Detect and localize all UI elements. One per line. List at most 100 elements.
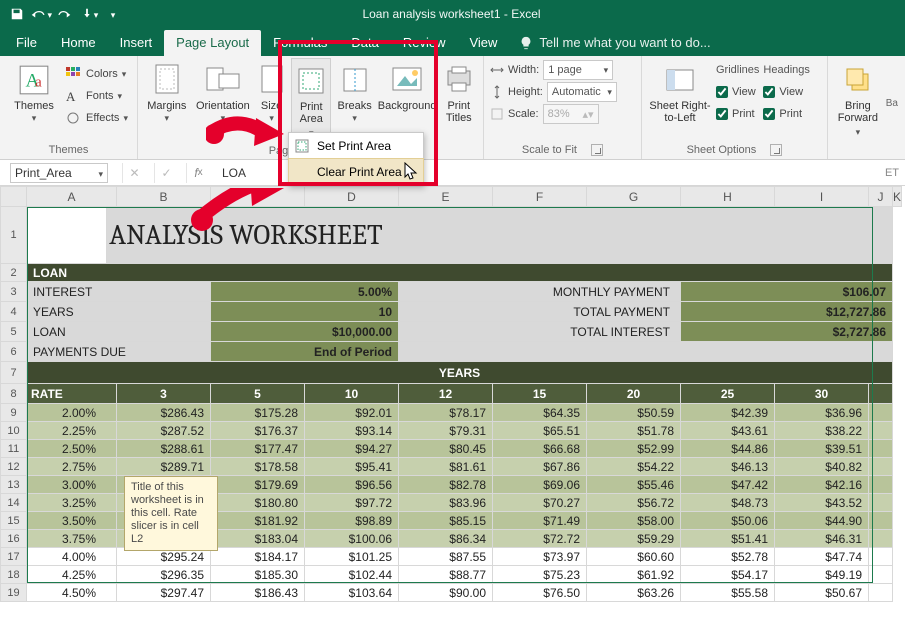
- cell-r16-c2[interactable]: $100.06: [305, 530, 399, 548]
- col-I[interactable]: I: [775, 187, 869, 207]
- cell-r19-c2[interactable]: $103.64: [305, 584, 399, 602]
- cell-rate-12[interactable]: 2.75%: [27, 458, 117, 476]
- undo-button[interactable]: [30, 3, 52, 25]
- headings-view-checkbox[interactable]: View: [763, 82, 809, 102]
- yearcol-2[interactable]: 10: [305, 384, 399, 404]
- cell-r10-c5[interactable]: $51.78: [587, 422, 681, 440]
- cell-r9-c7[interactable]: $36.96: [775, 404, 869, 422]
- scale-height-dropdown[interactable]: Automatic: [547, 82, 617, 102]
- cell-r19-c6[interactable]: $55.58: [681, 584, 775, 602]
- scale-launcher[interactable]: [591, 144, 603, 156]
- name-box-dropdown-icon[interactable]: [98, 166, 103, 180]
- cell-r16-c5[interactable]: $59.29: [587, 530, 681, 548]
- rowh-4[interactable]: 4: [1, 302, 27, 322]
- cell-r13-c3[interactable]: $82.78: [399, 476, 493, 494]
- cell-r19-c5[interactable]: $63.26: [587, 584, 681, 602]
- rowh-7[interactable]: 7: [1, 362, 27, 384]
- cell-r11-c0[interactable]: $288.61: [117, 440, 211, 458]
- cell-r15-c7[interactable]: $44.90: [775, 512, 869, 530]
- tab-file[interactable]: File: [4, 30, 49, 56]
- loan-header-cell[interactable]: LOAN: [27, 264, 893, 282]
- size-button[interactable]: Size: [256, 58, 287, 126]
- yearcol-4[interactable]: 15: [493, 384, 587, 404]
- cell-r18-c7[interactable]: $49.19: [775, 566, 869, 584]
- cell-r18-c4[interactable]: $75.23: [493, 566, 587, 584]
- theme-colors-button[interactable]: Colors: [66, 64, 128, 84]
- cell-r16-c1[interactable]: $183.04: [211, 530, 305, 548]
- tab-formulas[interactable]: Formulas: [261, 30, 339, 56]
- cell-r14-c7[interactable]: $43.52: [775, 494, 869, 512]
- cell-rate-10[interactable]: 2.25%: [27, 422, 117, 440]
- cell-rate-15[interactable]: 3.50%: [27, 512, 117, 530]
- lbl-payments-due[interactable]: PAYMENTS DUE: [27, 342, 211, 362]
- cell-r10-c0[interactable]: $287.52: [117, 422, 211, 440]
- yearcol-3[interactable]: 12: [399, 384, 493, 404]
- lbl-loan-amount[interactable]: LOAN: [27, 322, 211, 342]
- cell-r10-c3[interactable]: $79.31: [399, 422, 493, 440]
- cell-r12-c5[interactable]: $54.22: [587, 458, 681, 476]
- rowh-16[interactable]: 16: [1, 530, 27, 548]
- cell-r18-c5[interactable]: $61.92: [587, 566, 681, 584]
- select-all-triangle[interactable]: [1, 187, 27, 207]
- cell-r19-c3[interactable]: $90.00: [399, 584, 493, 602]
- cell-r18-c3[interactable]: $88.77: [399, 566, 493, 584]
- rowh-10[interactable]: 10: [1, 422, 27, 440]
- tab-data[interactable]: Data: [339, 30, 390, 56]
- cell-r12-c3[interactable]: $81.61: [399, 458, 493, 476]
- val-total-payment[interactable]: $12,727.86: [681, 302, 893, 322]
- cell-r15-c3[interactable]: $85.15: [399, 512, 493, 530]
- print-area-button[interactable]: Print Area: [291, 58, 331, 142]
- rate-header[interactable]: RATE: [27, 384, 117, 404]
- cell-r9-c3[interactable]: $78.17: [399, 404, 493, 422]
- lbl-interest[interactable]: INTEREST: [27, 282, 211, 302]
- rowh-18[interactable]: 18: [1, 566, 27, 584]
- cell-r14-c5[interactable]: $56.72: [587, 494, 681, 512]
- redo-button[interactable]: [54, 3, 76, 25]
- cell-r16-c4[interactable]: $72.72: [493, 530, 587, 548]
- cell-r12-c2[interactable]: $95.41: [305, 458, 399, 476]
- col-B[interactable]: B: [117, 187, 211, 207]
- cell-r13-c6[interactable]: $47.42: [681, 476, 775, 494]
- cell-r9-c0[interactable]: $286.43: [117, 404, 211, 422]
- rowh-6[interactable]: 6: [1, 342, 27, 362]
- gridlines-print-checkbox[interactable]: Print: [716, 104, 759, 124]
- cell-r11-c4[interactable]: $66.68: [493, 440, 587, 458]
- cell-r9-c4[interactable]: $64.35: [493, 404, 587, 422]
- theme-fonts-button[interactable]: A Fonts: [66, 86, 128, 106]
- cell-r14-c2[interactable]: $97.72: [305, 494, 399, 512]
- cell-rate-17[interactable]: 4.00%: [27, 548, 117, 566]
- val-years[interactable]: 10: [211, 302, 399, 322]
- cell-r9-c6[interactable]: $42.39: [681, 404, 775, 422]
- cell-r12-c0[interactable]: $289.71: [117, 458, 211, 476]
- col-J[interactable]: J: [869, 187, 893, 207]
- touch-mode-button[interactable]: [78, 3, 100, 25]
- tell-me-search[interactable]: Tell me what you want to do...: [509, 35, 720, 56]
- yearcol-1[interactable]: 5: [211, 384, 305, 404]
- tab-home[interactable]: Home: [49, 30, 108, 56]
- cell-r17-c3[interactable]: $87.55: [399, 548, 493, 566]
- cell-r19-c1[interactable]: $186.43: [211, 584, 305, 602]
- cancel-formula-button[interactable]: ✕: [122, 163, 146, 183]
- val-payments-due[interactable]: End of Period: [211, 342, 399, 362]
- breaks-button[interactable]: Breaks: [335, 58, 373, 126]
- cell-r15-c4[interactable]: $71.49: [493, 512, 587, 530]
- val-total-interest[interactable]: $2,727.86: [681, 322, 893, 342]
- cell-r18-c2[interactable]: $102.44: [305, 566, 399, 584]
- cell-r11-c1[interactable]: $177.47: [211, 440, 305, 458]
- tab-page-layout[interactable]: Page Layout: [164, 30, 261, 56]
- cell-r17-c2[interactable]: $101.25: [305, 548, 399, 566]
- print-titles-button[interactable]: Print Titles: [441, 58, 478, 126]
- cell-r11-c3[interactable]: $80.45: [399, 440, 493, 458]
- cell-r13-c2[interactable]: $96.56: [305, 476, 399, 494]
- rowh-13[interactable]: 13: [1, 476, 27, 494]
- save-button[interactable]: [6, 3, 28, 25]
- col-E[interactable]: E: [399, 187, 493, 207]
- cell-r11-c2[interactable]: $94.27: [305, 440, 399, 458]
- cell-title[interactable]: LOAN ANALYSIS WORKSHEET: [27, 207, 893, 264]
- yearcol-0[interactable]: 3: [117, 384, 211, 404]
- cell-r16-c7[interactable]: $46.31: [775, 530, 869, 548]
- col-F[interactable]: F: [493, 187, 587, 207]
- cell-r17-c6[interactable]: $52.78: [681, 548, 775, 566]
- rowh-8[interactable]: 8: [1, 384, 27, 404]
- lbl-monthly[interactable]: MONTHLY PAYMENT: [399, 282, 681, 302]
